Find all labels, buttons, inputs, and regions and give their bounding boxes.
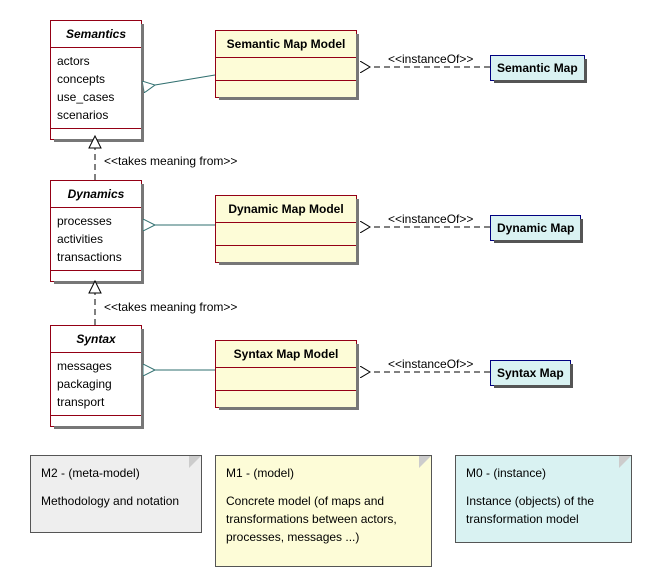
compartment-sep bbox=[216, 245, 356, 262]
label-instanceof: <<instanceOf>> bbox=[388, 357, 473, 371]
class-title: Dynamics bbox=[51, 181, 141, 208]
attr: messages bbox=[57, 357, 135, 375]
instance-semantic-map: Semantic Map bbox=[490, 55, 585, 81]
note-m2: M2 - (meta-model) Methodology and notati… bbox=[30, 455, 202, 533]
class-attrs: actors concepts use_cases scenarios bbox=[51, 48, 141, 128]
label-takes-meaning: <<takes meaning from>> bbox=[104, 300, 237, 314]
class-syntax-map-model: Syntax Map Model bbox=[215, 340, 357, 408]
note-heading: M2 - (meta-model) bbox=[41, 464, 191, 482]
label-takes-meaning: <<takes meaning from>> bbox=[104, 154, 237, 168]
instance-dynamic-map: Dynamic Map bbox=[490, 215, 581, 241]
attr: actors bbox=[57, 52, 135, 70]
compartment-sep bbox=[51, 128, 141, 139]
note-fold-icon bbox=[619, 456, 631, 468]
note-fold-icon bbox=[189, 456, 201, 468]
note-heading: M0 - (instance) bbox=[466, 464, 621, 482]
note-body: Methodology and notation bbox=[41, 492, 191, 510]
compartment-sep bbox=[51, 270, 141, 281]
attr: activities bbox=[57, 230, 135, 248]
generalization-arrow bbox=[155, 75, 215, 85]
class-attrs: messages packaging transport bbox=[51, 353, 141, 415]
attr: use_cases bbox=[57, 88, 135, 106]
class-title: Semantics bbox=[51, 21, 141, 48]
compartment-sep bbox=[51, 415, 141, 426]
note-body: Concrete model (of maps and transformati… bbox=[226, 492, 421, 546]
class-title: Syntax bbox=[51, 326, 141, 353]
label-instanceof: <<instanceOf>> bbox=[388, 212, 473, 226]
compartment-sep bbox=[216, 390, 356, 407]
attr: processes bbox=[57, 212, 135, 230]
class-dynamics: Dynamics processes activities transactio… bbox=[50, 180, 142, 282]
class-attrs bbox=[216, 368, 356, 390]
attr: transactions bbox=[57, 248, 135, 266]
class-semantics: Semantics actors concepts use_cases scen… bbox=[50, 20, 142, 140]
class-attrs bbox=[216, 223, 356, 245]
class-attrs bbox=[216, 58, 356, 80]
class-syntax: Syntax messages packaging transport bbox=[50, 325, 142, 427]
note-heading: M1 - (model) bbox=[226, 464, 421, 482]
attr: packaging bbox=[57, 375, 135, 393]
label-instanceof: <<instanceOf>> bbox=[388, 52, 473, 66]
uml-diagram: Semantics actors concepts use_cases scen… bbox=[0, 0, 651, 573]
attr: transport bbox=[57, 393, 135, 411]
note-m0: M0 - (instance) Instance (objects) of th… bbox=[455, 455, 632, 543]
class-title: Syntax Map Model bbox=[216, 341, 356, 368]
class-title: Semantic Map Model bbox=[216, 31, 356, 58]
note-body: Instance (objects) of the transformation… bbox=[466, 492, 621, 528]
instance-syntax-map: Syntax Map bbox=[490, 360, 571, 386]
attr: concepts bbox=[57, 70, 135, 88]
compartment-sep bbox=[216, 80, 356, 97]
class-semantic-map-model: Semantic Map Model bbox=[215, 30, 357, 98]
class-attrs: processes activities transactions bbox=[51, 208, 141, 270]
note-m1: M1 - (model) Concrete model (of maps and… bbox=[215, 455, 432, 567]
class-dynamic-map-model: Dynamic Map Model bbox=[215, 195, 357, 263]
class-title: Dynamic Map Model bbox=[216, 196, 356, 223]
note-fold-icon bbox=[419, 456, 431, 468]
attr: scenarios bbox=[57, 106, 135, 124]
